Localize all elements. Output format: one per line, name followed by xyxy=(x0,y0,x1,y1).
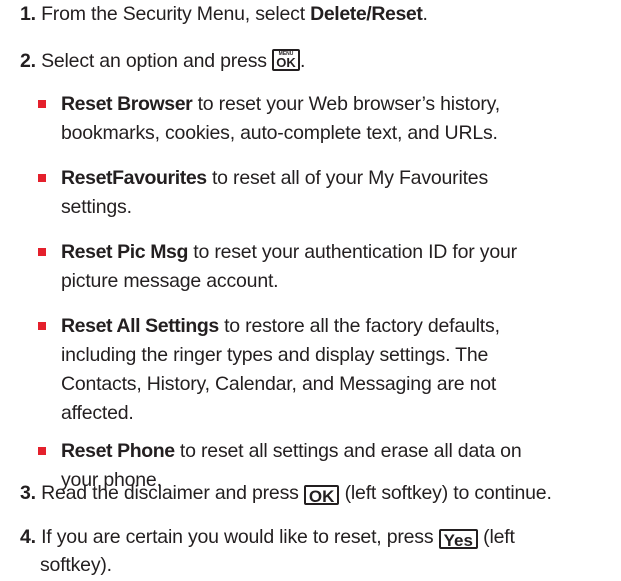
step-text-end: (left xyxy=(477,526,515,548)
option-term: ResetFavourites xyxy=(61,167,207,189)
option-desc-line: settings. xyxy=(61,196,132,218)
option-term: Reset Pic Msg xyxy=(61,241,189,263)
option-reset-pic-msg: Reset Pic Msg to reset your authenticati… xyxy=(38,238,603,296)
option-desc-line: including the ringer types and display s… xyxy=(61,344,489,366)
step-number: 2. xyxy=(20,50,36,72)
instruction-page: 1. From the Security Menu, select Delete… xyxy=(0,0,621,581)
step-number: 3. xyxy=(20,482,36,504)
step-number: 4. xyxy=(20,526,36,548)
step-1: 1. From the Security Menu, select Delete… xyxy=(20,0,613,29)
bullet-icon xyxy=(38,248,46,256)
step-text: Read the disclaimer and press xyxy=(41,482,304,504)
ok-key-icon: OK xyxy=(303,485,340,506)
option-reset-all-settings: Reset All Settings to restore all the fa… xyxy=(38,312,603,428)
step-text-end: . xyxy=(422,3,428,25)
menu-item-delete-reset: Delete/Reset xyxy=(310,3,423,25)
step-number: 1. xyxy=(20,3,36,25)
step-text-end: . xyxy=(300,50,306,72)
option-reset-browser: Reset Browser to reset your Web browser’… xyxy=(38,90,603,148)
step-2: 2. Select an option and press MENU OK. xyxy=(20,47,613,76)
step-text-end: (left softkey) to continue. xyxy=(339,482,552,504)
menu-ok-key-icon: MENU OK xyxy=(272,49,301,71)
bullet-icon xyxy=(38,174,46,182)
option-term: Reset All Settings xyxy=(61,315,219,337)
step-text: If you are certain you would like to res… xyxy=(41,526,439,548)
step-text: From the Security Menu, select xyxy=(41,3,311,25)
yes-key-icon: Yes xyxy=(438,529,478,550)
bullet-icon xyxy=(38,322,46,330)
bullet-icon xyxy=(38,447,46,455)
option-desc-line: bookmarks, cookies, auto-complete text, … xyxy=(61,122,498,144)
step-3: 3. Read the disclaimer and press OK (lef… xyxy=(20,479,613,508)
step-text-continued: softkey). xyxy=(40,554,112,576)
option-desc: to restore all the factory defaults, xyxy=(218,315,500,337)
option-desc-line: Contacts, History, Calendar, and Messagi… xyxy=(61,373,497,395)
option-desc-line: picture message account. xyxy=(61,270,279,292)
option-reset-favourites: ResetFavourites to reset all of your My … xyxy=(38,164,603,222)
option-desc-line: affected. xyxy=(61,402,134,424)
option-desc: to reset your authentication ID for your xyxy=(188,241,517,263)
bullet-icon xyxy=(38,100,46,108)
option-term: Reset Browser xyxy=(61,93,193,115)
option-desc: to reset all of your My Favourites xyxy=(206,167,489,189)
key-main-label: OK xyxy=(276,55,296,70)
option-desc: to reset all settings and erase all data… xyxy=(174,440,522,462)
option-term: Reset Phone xyxy=(61,440,175,462)
step-text: Select an option and press xyxy=(41,50,273,72)
step-4: 4. If you are certain you would like to … xyxy=(20,523,613,579)
option-desc: to reset your Web browser’s history, xyxy=(192,93,501,115)
